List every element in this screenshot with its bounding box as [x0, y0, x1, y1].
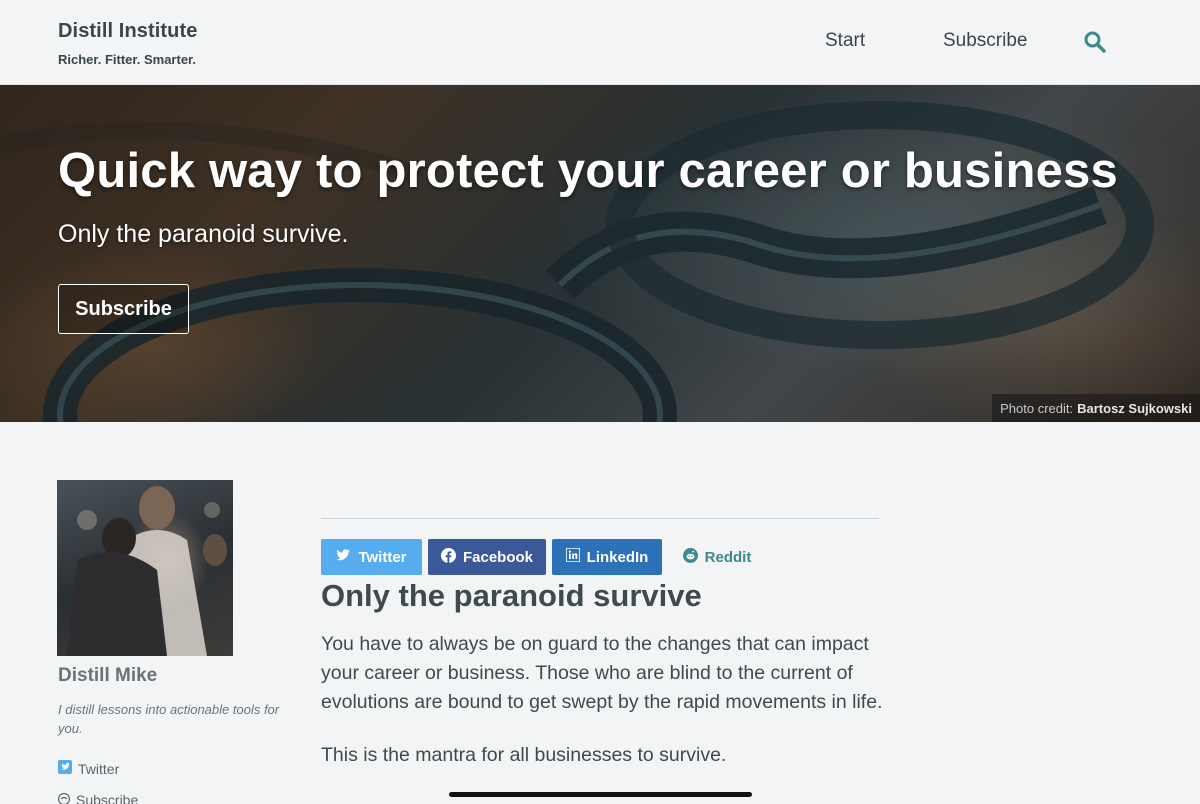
sidebar-twitter-label: Twitter — [78, 760, 120, 777]
photo-credit-name[interactable]: Bartosz Sujkowski — [1077, 401, 1192, 416]
hero-subtitle: Only the paranoid survive. — [58, 220, 349, 248]
nav-start-link[interactable]: Start — [825, 30, 865, 52]
home-indicator[interactable] — [449, 792, 752, 797]
search-icon[interactable] — [1083, 30, 1107, 54]
twitter-icon — [336, 548, 351, 566]
share-linkedin-label: LinkedIn — [586, 548, 649, 566]
share-linkedin-button[interactable]: LinkedIn — [552, 539, 662, 575]
article-title: Only the paranoid survive — [321, 578, 702, 613]
linkedin-icon — [564, 547, 581, 566]
share-reddit-button[interactable]: Reddit — [668, 539, 766, 575]
photo-credit-label: Photo credit: — [1000, 400, 1074, 416]
author-bio: I distill lessons into actionable tools … — [58, 702, 280, 736]
share-twitter-label: Twitter — [358, 548, 407, 566]
sidebar-subscribe-link[interactable]: Subscribe — [57, 792, 139, 804]
site-header: Distill Institute Richer. Fitter. Smarte… — [0, 0, 1200, 85]
share-twitter-button[interactable]: Twitter — [321, 539, 422, 575]
article-divider — [321, 518, 879, 519]
facebook-icon — [440, 547, 456, 567]
sidebar-twitter-link[interactable]: Twitter — [58, 760, 119, 777]
site-title[interactable]: Distill Institute — [58, 20, 197, 43]
rss-icon — [57, 792, 71, 804]
reddit-icon — [682, 547, 698, 567]
article-paragraph: This is the mantra for all businesses to… — [321, 744, 727, 766]
hero-title: Quick way to protect your career or busi… — [58, 144, 1118, 198]
photo-credit: Photo credit: Bartosz Sujkowski — [992, 394, 1200, 422]
site-tagline: Richer. Fitter. Smarter. — [58, 52, 197, 67]
brand[interactable]: Distill Institute Richer. Fitter. Smarte… — [58, 20, 197, 67]
twitter-icon — [58, 760, 72, 777]
sidebar-subscribe-label: Subscribe — [76, 792, 139, 804]
hero-subscribe-button[interactable]: Subscribe — [58, 284, 189, 334]
author-name[interactable]: Distill Mike — [58, 665, 157, 687]
share-reddit-label: Reddit — [704, 548, 752, 566]
nav-subscribe-link[interactable]: Subscribe — [943, 30, 1028, 52]
hero-banner: Quick way to protect your career or busi… — [0, 85, 1200, 422]
share-facebook-button[interactable]: Facebook — [428, 539, 546, 575]
author-avatar — [57, 480, 233, 656]
article-paragraph: You have to always be on guard to the ch… — [321, 633, 883, 713]
share-facebook-label: Facebook — [462, 548, 534, 566]
